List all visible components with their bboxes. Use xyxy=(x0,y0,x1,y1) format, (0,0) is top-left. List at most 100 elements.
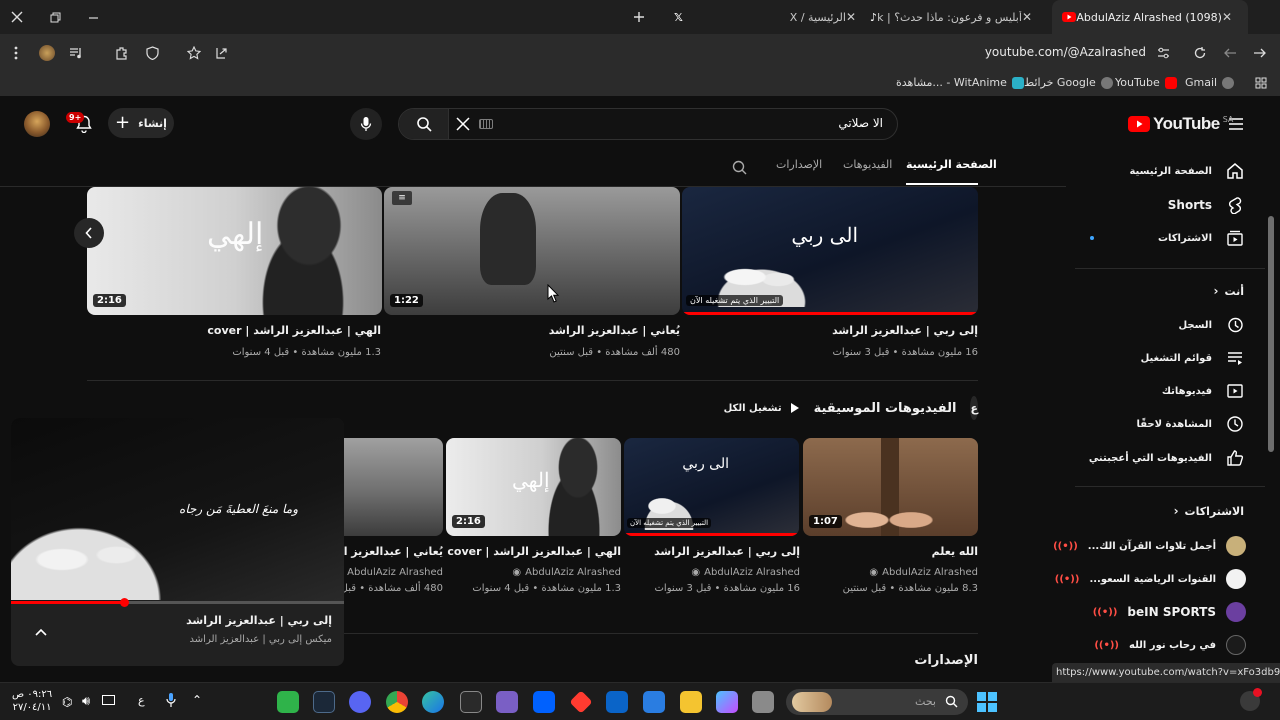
taskbar-app-vs[interactable] xyxy=(496,691,518,713)
video-title[interactable]: إلى ربي | عبدالعزيز الراشد xyxy=(654,545,800,558)
taskbar-app-files[interactable] xyxy=(752,691,774,713)
subscription-item[interactable]: أجمل تلاوات القرآن الك... ((•)) xyxy=(1053,536,1246,556)
tab-home[interactable]: الصفحة الرئيسية xyxy=(906,158,997,171)
tab-x[interactable]: ✕ الرئيسية / X 𝕏 xyxy=(660,0,872,34)
video-thumbnail-yuani-2[interactable] xyxy=(344,438,443,536)
input-language[interactable]: ع xyxy=(138,694,145,707)
taskbar-app-epic[interactable] xyxy=(460,691,482,713)
keyboard-icon[interactable] xyxy=(479,119,493,129)
subscription-item[interactable]: في رحاب نور الله ((•)) xyxy=(1094,635,1246,655)
new-tab-icon[interactable] xyxy=(632,10,646,24)
video-thumbnail-ila-rabbi-2[interactable]: الى ربي التبيير الذي يتم تشغيله الآن xyxy=(624,438,799,536)
notification-center[interactable] xyxy=(1240,688,1262,711)
search-input[interactable]: الا صلاتي xyxy=(838,116,883,130)
taskbar-app-steam[interactable] xyxy=(313,691,335,713)
forward-icon[interactable] xyxy=(1222,45,1238,61)
profile-avatar[interactable] xyxy=(39,45,55,61)
miniplayer-progress-knob[interactable] xyxy=(120,598,130,607)
share-icon[interactable] xyxy=(213,45,229,61)
sidebar-subscriptions-header[interactable]: الاشتراكات ‹ xyxy=(1174,504,1244,518)
video-channel[interactable]: AbdulAziz Alrashed◉ xyxy=(334,567,443,578)
sidebar-item-watch-later[interactable]: المشاهدة لاحقًا xyxy=(1136,415,1244,433)
subscription-item[interactable]: القنوات الرياضية السعو... ((•)) xyxy=(1055,569,1246,589)
video-title[interactable]: الله يعلم xyxy=(932,545,978,558)
bookmark-star-icon[interactable] xyxy=(186,45,202,61)
tab-videos[interactable]: الفيديوهات xyxy=(843,158,892,171)
channel-search-icon[interactable] xyxy=(730,158,748,176)
taskbar-app-edge[interactable] xyxy=(422,691,444,713)
miniplayer-title[interactable]: إلى ربي | عبدالعزيز الراشد xyxy=(186,614,332,627)
create-button[interactable]: + إنشاء xyxy=(108,108,174,138)
sidebar-you-header[interactable]: أنت ‹ xyxy=(1214,284,1245,298)
taskbar-app-discord[interactable] xyxy=(349,691,371,713)
account-avatar[interactable] xyxy=(24,111,50,137)
video-thumbnail-allah-yalam[interactable]: 1:07 xyxy=(803,438,978,536)
expand-miniplayer-icon[interactable] xyxy=(33,624,49,640)
video-thumbnail-ilahi-2[interactable]: إلهي 2:16 xyxy=(446,438,621,536)
url-text[interactable]: youtube.com/@Azalrashed xyxy=(985,45,1146,59)
tab-releases[interactable]: الإصدارات xyxy=(776,158,822,171)
tab-tiktok[interactable]: ✕ أبليس و فرعون: ماذا حدث؟ | TikTok ♪ xyxy=(858,0,1048,34)
video-channel[interactable]: AbdulAziz Alrashed◉ xyxy=(869,567,978,578)
tab-youtube[interactable]: ✕ (1098) AbdulAziz Alrashed xyxy=(1052,0,1248,34)
close-window-icon[interactable] xyxy=(10,10,24,24)
media-control-icon[interactable] xyxy=(68,45,84,61)
taskbar-app-dropbox[interactable] xyxy=(533,691,555,713)
sidebar-item-home[interactable]: الصفحة الرئيسية xyxy=(1129,162,1244,180)
restore-window-icon[interactable] xyxy=(48,10,62,24)
volume-icon[interactable]: 🔊︎ xyxy=(82,694,90,709)
subscription-item[interactable]: beIN SPORTS ((•)) xyxy=(1093,602,1246,622)
clock[interactable]: ٠٩:٢٦ ص ٢٧/٠٤/١١ xyxy=(12,688,52,714)
taskbar-app-copilot[interactable] xyxy=(716,691,738,713)
video-channel[interactable]: AbdulAziz Alrashed◉ xyxy=(512,567,621,578)
bookmark-google-maps[interactable]: خرائط Google xyxy=(1024,76,1113,89)
video-channel[interactable]: AbdulAziz Alrashed◉ xyxy=(691,567,800,578)
clear-search-icon[interactable] xyxy=(455,116,471,132)
play-all-button[interactable]: تشغيل الكل xyxy=(724,402,800,414)
bookmark-gmail[interactable]: Gmail xyxy=(1185,76,1235,89)
video-title[interactable]: الهي | عبدالعزيز الراشد | cover xyxy=(447,545,621,558)
video-title[interactable]: الهي | عبدالعزيز الراشد | cover xyxy=(207,324,381,337)
voice-search-button[interactable] xyxy=(350,108,382,140)
sidebar-item-playlists[interactable]: قوائم التشغيل xyxy=(1141,349,1244,367)
miniplayer-video[interactable]: وما منعَ العطيةَ مَن رجاه xyxy=(11,418,344,607)
video-thumbnail-ilahi[interactable]: إلهي 2:16 xyxy=(87,187,382,315)
sidebar-item-shorts[interactable]: Shorts xyxy=(1168,196,1244,214)
taskbar-app-green[interactable] xyxy=(277,691,299,713)
chevron-up-icon[interactable]: ⌃ xyxy=(192,693,202,707)
taskbar-app-outlook[interactable] xyxy=(606,691,628,713)
sidebar-item-history[interactable]: السجل xyxy=(1179,316,1245,334)
extensions-icon[interactable] xyxy=(114,45,130,61)
bookmark-youtube[interactable]: YouTube xyxy=(1115,76,1177,89)
taskbar-app-store[interactable] xyxy=(643,691,665,713)
reload-icon[interactable] xyxy=(1192,45,1208,61)
minimize-window-icon[interactable] xyxy=(86,10,100,24)
site-settings-icon[interactable] xyxy=(1156,46,1170,60)
carousel-prev-button[interactable] xyxy=(74,218,104,248)
close-tab-icon[interactable]: ✕ xyxy=(846,10,856,24)
video-thumbnail-ila-rabbi[interactable]: الى ربي التبيير الذي يتم تشغيله الآن xyxy=(682,187,978,315)
start-button[interactable] xyxy=(977,692,997,712)
sidebar-item-subscriptions[interactable]: الاشتراكات xyxy=(1089,229,1244,247)
sidebar-item-your-videos[interactable]: فيديوهاتك xyxy=(1162,382,1244,400)
network-icon[interactable]: ⌬ xyxy=(62,695,72,709)
video-title[interactable]: إلى ربي | عبدالعزيز الراشد xyxy=(832,324,978,337)
close-tab-icon[interactable]: ✕ xyxy=(1022,10,1032,24)
taskbar-search[interactable]: بحث xyxy=(786,689,968,715)
bookmark-witanime[interactable]: مشاهدة... - WitAnime xyxy=(896,76,1024,89)
shield-icon[interactable] xyxy=(144,45,160,61)
video-thumbnail-yuani[interactable]: ≡ 1:22 xyxy=(384,187,680,315)
battery-icon[interactable] xyxy=(102,695,115,705)
page-scrollbar[interactable] xyxy=(1268,216,1274,452)
all-bookmarks-icon[interactable] xyxy=(1254,76,1268,90)
close-tab-icon[interactable]: ✕ xyxy=(1222,10,1232,24)
menu-dots-icon[interactable] xyxy=(10,46,22,60)
microphone-tray-icon[interactable] xyxy=(166,692,176,708)
sidebar-item-liked-videos[interactable]: الفيديوهات التي أعجبتني xyxy=(1089,449,1244,467)
taskbar-app-red[interactable] xyxy=(569,690,593,714)
back-icon[interactable] xyxy=(1252,45,1268,61)
search-button[interactable] xyxy=(399,109,449,139)
taskbar-app-chrome[interactable] xyxy=(386,691,408,713)
video-title[interactable]: يُعاني | عبدالعزيز الراشد xyxy=(549,324,680,337)
youtube-logo[interactable]: YouTube SA xyxy=(1128,114,1233,134)
